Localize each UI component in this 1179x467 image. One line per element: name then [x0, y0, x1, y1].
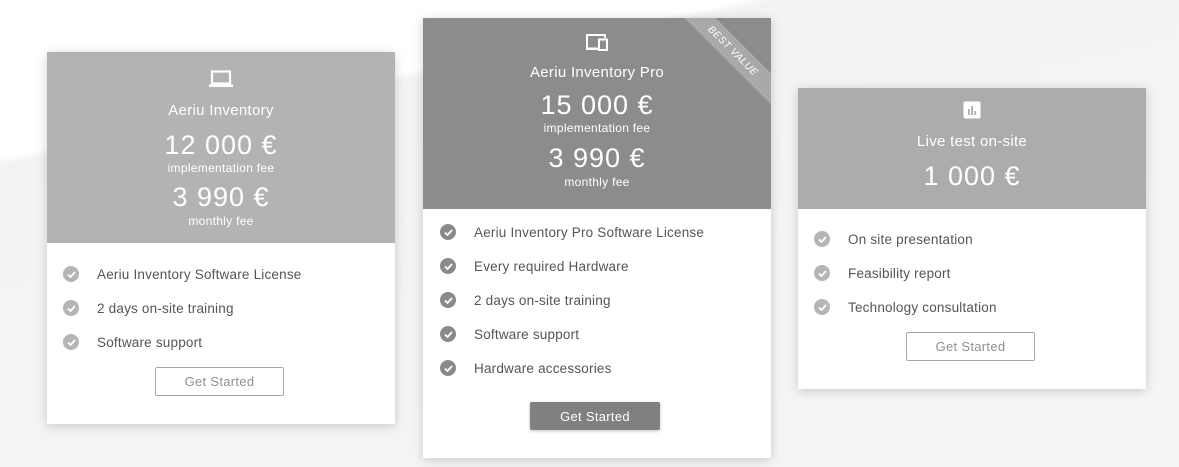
feature-item: Software support: [440, 317, 771, 351]
check-icon: [814, 231, 830, 247]
feature-label: Aeriu Inventory Software License: [97, 266, 302, 282]
implementation-fee-label: implementation fee: [543, 121, 651, 135]
feature-label: Aeriu Inventory Pro Software License: [474, 224, 705, 240]
feature-item: Every required Hardware: [440, 249, 771, 283]
get-started-button[interactable]: Get Started: [906, 332, 1035, 361]
get-started-button[interactable]: Get Started: [155, 367, 284, 396]
check-icon: [63, 334, 79, 350]
bar-chart-icon: [798, 88, 1146, 120]
feature-item: Hardware accessories: [440, 351, 771, 385]
monthly-fee-label: monthly fee: [564, 175, 630, 189]
feature-list: Aeriu Inventory Pro Software License Eve…: [423, 209, 771, 385]
implementation-fee-label: implementation fee: [167, 161, 275, 175]
feature-label: 2 days on-site training: [474, 292, 611, 308]
monthly-price: 3 990 €: [548, 143, 646, 173]
feature-list: On site presentation Feasibility report …: [798, 209, 1146, 324]
check-icon: [440, 326, 456, 342]
feature-item: 2 days on-site training: [63, 291, 395, 325]
card-header: Live test on-site 1 000 €: [798, 88, 1146, 209]
feature-label: On site presentation: [848, 231, 973, 247]
check-icon: [63, 266, 79, 282]
implementation-price: 12 000 €: [164, 130, 278, 160]
check-icon: [63, 300, 79, 316]
feature-item: Aeriu Inventory Software License: [63, 257, 395, 291]
price: 1 000 €: [923, 161, 1021, 191]
check-icon: [440, 292, 456, 308]
check-icon: [440, 224, 456, 240]
card-header: BEST VALUE Aeriu Inventory Pro 15 000 € …: [423, 18, 771, 209]
feature-item: On site presentation: [814, 222, 1146, 256]
feature-item: 2 days on-site training: [440, 283, 771, 317]
feature-list: Aeriu Inventory Software License 2 days …: [47, 243, 395, 359]
check-icon: [440, 360, 456, 376]
plan-name: Aeriu Inventory: [168, 102, 274, 119]
feature-label: Every required Hardware: [474, 258, 629, 274]
card-header: Aeriu Inventory 12 000 € implementation …: [47, 52, 395, 243]
get-started-button[interactable]: Get Started: [530, 402, 660, 430]
feature-item: Technology consultation: [814, 290, 1146, 324]
feature-label: Software support: [474, 326, 580, 342]
feature-item: Software support: [63, 325, 395, 359]
check-icon: [440, 258, 456, 274]
plan-name: Aeriu Inventory Pro: [529, 64, 665, 81]
feature-label: Hardware accessories: [474, 360, 612, 376]
monthly-fee-label: monthly fee: [188, 214, 254, 228]
feature-item: Feasibility report: [814, 256, 1146, 290]
laptop-icon: [47, 52, 395, 94]
pricing-card-aeriu-inventory: Aeriu Inventory 12 000 € implementation …: [47, 52, 395, 424]
implementation-price: 15 000 €: [540, 90, 654, 120]
pricing-card-aeriu-inventory-pro: BEST VALUE Aeriu Inventory Pro 15 000 € …: [423, 18, 771, 458]
plan-name: Live test on-site: [916, 133, 1028, 150]
check-icon: [814, 265, 830, 281]
feature-label: 2 days on-site training: [97, 300, 234, 316]
check-icon: [814, 299, 830, 315]
feature-item: Aeriu Inventory Pro Software License: [440, 215, 771, 249]
feature-label: Technology consultation: [848, 299, 997, 315]
monthly-price: 3 990 €: [172, 182, 270, 212]
pricing-card-live-test: Live test on-site 1 000 € On site presen…: [798, 88, 1146, 389]
feature-label: Software support: [97, 334, 203, 350]
feature-label: Feasibility report: [848, 265, 951, 281]
